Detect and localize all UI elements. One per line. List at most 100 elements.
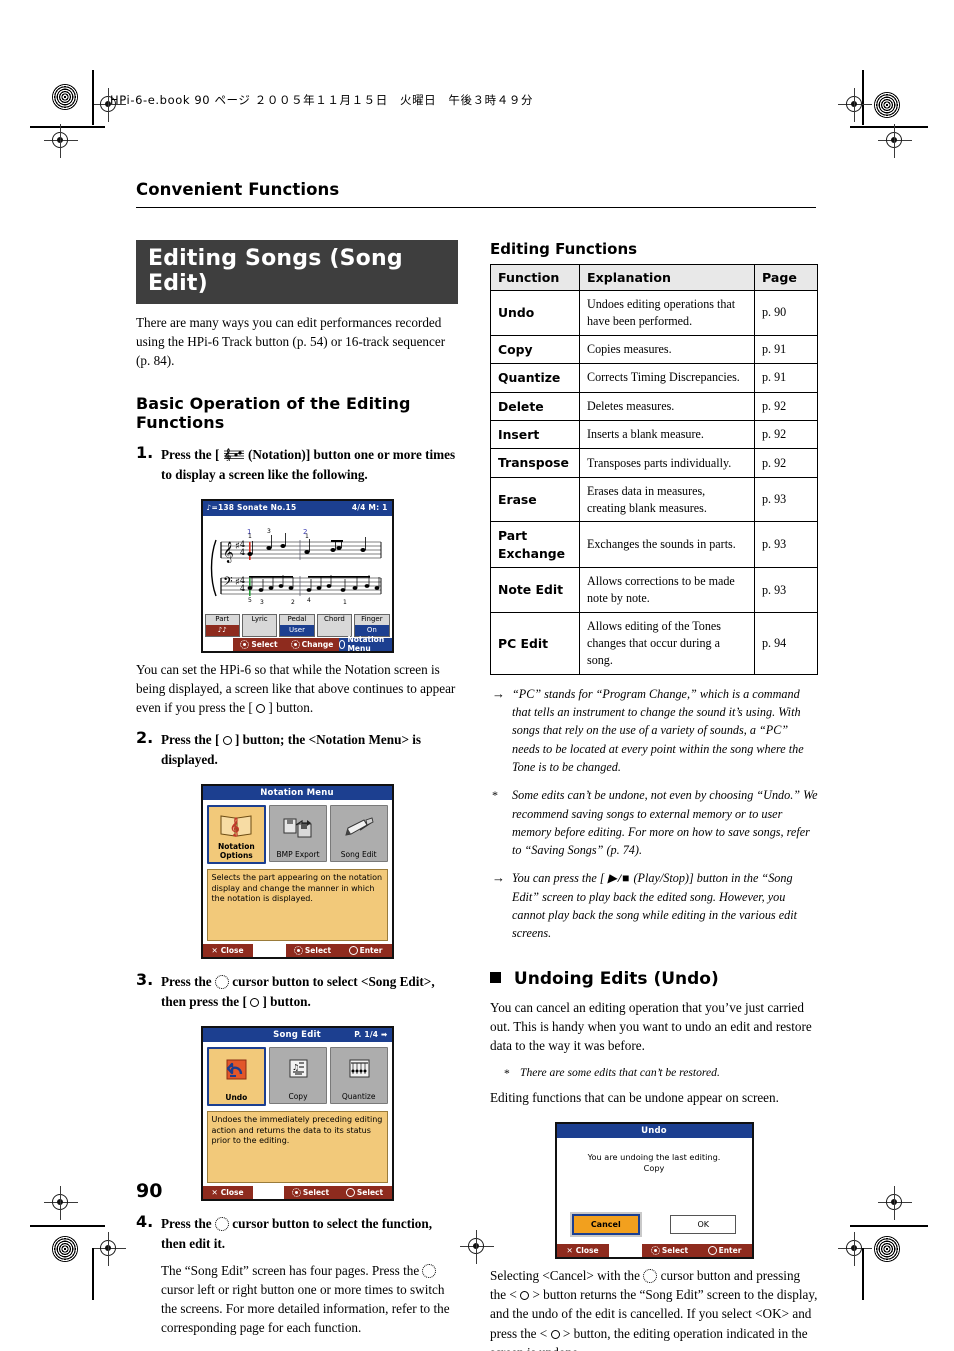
music-staff-svg: 𝄞 𝄢 ♯ 4 4 ♯ 4 4 1 2 13 1 5 3 2 4 1 — [210, 528, 381, 606]
footer-spacer — [202, 637, 233, 651]
row-explanation: Copies measures. — [579, 334, 755, 365]
svg-text:1: 1 — [248, 533, 252, 540]
arrow-right-icon[interactable]: ➡ — [381, 1030, 387, 1039]
step-2-text-before: Press the [ — [161, 731, 220, 747]
crop-line-right-lower-h — [850, 1225, 928, 1227]
close-icon: ✕ — [566, 1246, 573, 1256]
undo-lead-paragraph: Editing functions that can be undone app… — [490, 1090, 779, 1106]
undoing-edits-heading-text: Undoing Edits (Undo) — [513, 968, 719, 989]
close-icon: ✕ — [211, 946, 218, 956]
footer-notation-menu[interactable]: Notation Menu — [338, 635, 392, 653]
song-edit-footer-select-cursor[interactable]: Select — [283, 1186, 338, 1200]
ok-button[interactable]: OK — [670, 1215, 737, 1235]
song-edit-item-undo[interactable]: Undo — [206, 1047, 267, 1107]
row-function: PC Edit — [490, 612, 580, 675]
note-playstop-before: You can press the [ — [512, 871, 605, 886]
menu-footer-enter[interactable]: Enter — [339, 944, 392, 958]
notation-button-lyric[interactable]: Lyric — [241, 613, 278, 637]
table-row: Copy Copies measures. p. 91 — [490, 334, 818, 365]
lcd-notation-screen: ♪=138 Sonate No.15 4/4 M: 1 𝄞 𝄢 ♯ 4 4 ♯ … — [200, 499, 394, 653]
cursor-button-icon — [422, 1263, 437, 1278]
step-2-number: 2. — [136, 727, 154, 747]
arrow-bullet-icon: → — [492, 870, 505, 886]
footer-select[interactable]: Select — [232, 637, 286, 651]
table-row: Note Edit Allows corrections to be made … — [490, 567, 818, 614]
row-page: p. 93 — [754, 476, 818, 523]
note-pc-definition: → “PC” stands for “Program Change,” whic… — [490, 685, 818, 776]
notation-menu-description: Selects the part appearing on the notati… — [206, 869, 388, 942]
step-3: 3. Press the cursor button to select <So… — [136, 970, 458, 1012]
circle-icon — [348, 946, 358, 956]
header-rule — [136, 207, 816, 208]
row-page: p. 93 — [754, 567, 818, 614]
row-function: Copy — [490, 334, 580, 365]
notation-button-finger[interactable]: Finger On — [354, 613, 390, 637]
density-dot-bottom-right — [874, 1236, 900, 1262]
table-header-explanation: Explanation — [579, 264, 755, 291]
lcd-undo-dialog-screen: Undo You are undoing the last editing. C… — [554, 1121, 754, 1260]
cursor-icon — [240, 639, 250, 649]
step-4-note: The “Song Edit” screen has four pages. P… — [136, 1261, 458, 1338]
circle-button-icon — [256, 703, 266, 713]
step-1-number: 1. — [136, 443, 154, 463]
song-edit-item-undo-label: Undo — [225, 1093, 248, 1103]
menu-item-notation-options[interactable]: 𝄞 Notation Options — [206, 805, 267, 865]
undo-dialog-footer: ✕ Close Select Enter — [556, 1244, 752, 1258]
step-4-number: 4. — [136, 1212, 154, 1232]
song-edit-item-copy[interactable]: ♫ Copy — [269, 1047, 327, 1105]
after-screen1-paragraph: You can set the HPi-6 so that while the … — [136, 660, 458, 717]
undo-footer-enter[interactable]: Enter — [697, 1244, 752, 1258]
step-4-note-b: cursor left or right button one or more … — [161, 1281, 450, 1336]
lcd-notation-menu-screen: Notation Menu 𝄞 Notation Options BMP Exp… — [200, 783, 394, 960]
svg-text:5: 5 — [248, 597, 252, 604]
cancel-button[interactable]: Cancel — [569, 1212, 642, 1238]
undo-footer-close[interactable]: ✕ Close — [556, 1244, 609, 1258]
notation-button-chord[interactable]: Chord — [316, 613, 353, 637]
undo-footer-select-label: Select — [661, 1246, 689, 1256]
arrow-bullet-icon: → — [492, 685, 505, 701]
editing-functions-heading: Editing Functions — [490, 240, 638, 258]
menu-footer-enter-label: Enter — [359, 946, 383, 956]
step-4: 4. Press the cursor button to select the… — [136, 1212, 458, 1254]
notation-screen-titlebar: ♪=138 Sonate No.15 4/4 M: 1 — [202, 501, 392, 516]
svg-text:2: 2 — [291, 599, 295, 606]
menu-footer-select[interactable]: Select — [285, 944, 340, 958]
undo-footer-select[interactable]: Select — [641, 1244, 698, 1258]
menu-item-bmp-export[interactable]: BMP Export — [269, 805, 327, 863]
basic-operation-heading: Basic Operation of the Editing Functions — [136, 394, 411, 433]
right-column: Editing Functions Function Explanation P… — [490, 240, 818, 1351]
undo-footer-spacer — [608, 1244, 642, 1258]
note-undo-warning-text: Some edits can’t be undone, not even by … — [512, 788, 818, 858]
page-number: 90 — [136, 1180, 163, 1202]
song-edit-titlebar: Song Edit P. 1/4 ➡ — [202, 1027, 392, 1043]
asterisk-bullet-icon: * — [492, 788, 498, 803]
svg-text:1: 1 — [343, 599, 347, 606]
row-explanation: Deletes measures. — [579, 391, 755, 421]
step-2: 2. Press the [ ] button; the <Notation M… — [136, 727, 458, 770]
svg-text:♫: ♫ — [292, 1063, 299, 1072]
step-1: 1. Press the [ 𝄞 (Notation)] button one … — [136, 443, 458, 485]
row-explanation: Exchanges the sounds in parts. — [579, 521, 755, 569]
menu-item-song-edit[interactable]: Song Edit — [329, 805, 388, 863]
notation-button-lyric-label: Lyric — [242, 614, 277, 626]
table-row: Erase Erases data in measures, creating … — [490, 476, 818, 523]
menu-footer-close[interactable]: ✕ Close — [202, 944, 253, 958]
song-edit-footer-enter-label: Select — [356, 1188, 384, 1198]
song-edit-footer-select-enter[interactable]: Select — [337, 1186, 392, 1200]
cursor-icon — [290, 639, 300, 649]
row-explanation: Corrects Timing Discrepancies. — [579, 363, 755, 393]
row-explanation: Allows corrections to be made note by no… — [579, 567, 755, 614]
row-function: Undo — [490, 290, 580, 336]
table-row: Part Exchange Exchanges the sounds in pa… — [490, 521, 818, 569]
menu-item-bmp-export-label: BMP Export — [276, 850, 320, 860]
square-bullet-icon — [490, 971, 501, 983]
crop-line-left-lower-h — [30, 1225, 105, 1227]
notation-button-part-label: Part — [205, 614, 239, 626]
song-edit-footer-close[interactable]: ✕ Close — [202, 1186, 253, 1200]
notation-button-part[interactable]: Part ♪♪ — [204, 613, 240, 637]
footer-change[interactable]: Change — [285, 637, 339, 651]
song-edit-item-quantize[interactable]: Quantize — [329, 1047, 388, 1105]
notation-button-pedal[interactable]: Pedal User — [279, 613, 315, 637]
table-row: Transpose Transposes parts individually.… — [490, 448, 818, 478]
registration-mark-right-upper — [878, 124, 912, 158]
